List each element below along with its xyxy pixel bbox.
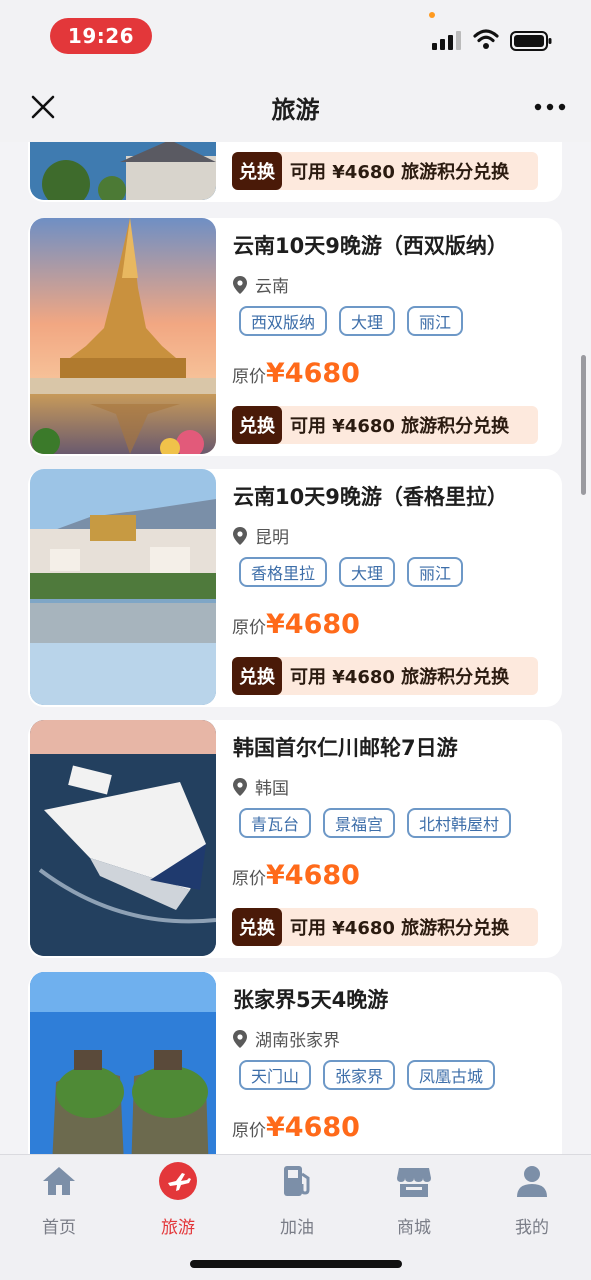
tab-profile[interactable]: 我的 — [487, 1161, 577, 1241]
travel-list[interactable]: 兑换 可用 ¥4680 旅游积分兑换 云南10天9晚游（西双版纳） 云南 西双版… — [0, 142, 591, 1154]
tab-label: 我的 — [515, 1218, 549, 1238]
destination-tag: 景福宫 — [323, 808, 396, 838]
travel-card-price: 原价 ¥4680 — [232, 358, 360, 389]
battery-icon — [510, 31, 552, 51]
travel-card[interactable]: 云南10天9晚游（西双版纳） 云南 西双版纳 大理 丽江 原价 ¥4680 兑换… — [28, 218, 562, 456]
destination-tag: 大理 — [339, 557, 396, 587]
price-value: ¥4680 — [266, 860, 360, 891]
destination-tag: 北村韩屋村 — [407, 808, 512, 838]
price-value: ¥4680 — [266, 609, 360, 640]
location-text: 湖南张家界 — [255, 1031, 340, 1051]
destination-tag: 青瓦台 — [239, 808, 312, 838]
location-text: 昆明 — [255, 528, 289, 548]
home-icon — [39, 1161, 79, 1201]
travel-card-location: 云南 — [233, 272, 289, 297]
recording-indicator-icon — [429, 12, 435, 18]
travel-card-title: 韩国首尔仁川邮轮7日游 — [233, 736, 458, 760]
scrollbar[interactable] — [581, 355, 586, 495]
price-label: 原价 — [232, 618, 266, 638]
travel-card-image — [30, 142, 216, 200]
travel-card-tags: 香格里拉 大理 丽江 — [239, 557, 464, 587]
price-value: ¥4680 — [266, 1112, 360, 1143]
page-title: 旅游 — [271, 96, 320, 124]
home-indicator[interactable] — [190, 1260, 402, 1268]
travel-card-image — [30, 469, 216, 705]
fuel-icon — [277, 1161, 317, 1201]
price-label: 原价 — [232, 869, 266, 889]
travel-card-tags: 西双版纳 大理 丽江 — [239, 306, 464, 336]
destination-tag: 丽江 — [407, 557, 464, 587]
redeem-badge: 兑换 — [232, 152, 282, 190]
redeem-badge: 兑换 — [232, 406, 282, 444]
location-pin-icon — [233, 777, 247, 796]
travel-card-image — [30, 218, 216, 454]
price-label: 原价 — [232, 1121, 266, 1141]
travel-card[interactable]: 张家界5天4晚游 湖南张家界 天门山 张家界 凤凰古城 原价 ¥4680 — [28, 972, 562, 1154]
travel-card-price: 原价 ¥4680 — [232, 1112, 360, 1143]
redeem-text: 可用 ¥4680 旅游积分兑换 — [290, 918, 510, 939]
price-value: ¥4680 — [266, 358, 360, 389]
redeem-points-button[interactable]: 兑换 可用 ¥4680 旅游积分兑换 — [232, 908, 538, 946]
travel-card-image — [30, 720, 216, 956]
location-text: 云南 — [255, 277, 289, 297]
more-options-icon[interactable] — [530, 90, 570, 124]
price-label: 原价 — [232, 367, 266, 387]
redeem-badge: 兑换 — [232, 908, 282, 946]
profile-icon — [512, 1161, 552, 1201]
tab-store[interactable]: 商城 — [369, 1161, 459, 1241]
destination-tag: 西双版纳 — [239, 306, 328, 336]
redeem-text: 可用 ¥4680 旅游积分兑换 — [290, 667, 510, 688]
destination-tag: 天门山 — [239, 1060, 312, 1090]
travel-card-price: 原价 ¥4680 — [232, 860, 360, 891]
tab-travel[interactable]: 旅游 — [133, 1161, 223, 1241]
destination-tag: 丽江 — [407, 306, 464, 336]
destination-tag: 香格里拉 — [239, 557, 328, 587]
redeem-badge: 兑换 — [232, 657, 282, 695]
travel-card-title: 张家界5天4晚游 — [233, 988, 389, 1012]
tab-label: 旅游 — [161, 1218, 195, 1238]
travel-card-location: 昆明 — [233, 523, 289, 548]
destination-tag: 大理 — [339, 306, 396, 336]
redeem-points-button[interactable]: 兑换 可用 ¥4680 旅游积分兑换 — [232, 406, 538, 444]
travel-card-price: 原价 ¥4680 — [232, 609, 360, 640]
travel-card-title: 云南10天9晚游（西双版纳） — [233, 234, 508, 258]
travel-card[interactable]: 云南10天9晚游（香格里拉） 昆明 香格里拉 大理 丽江 原价 ¥4680 兑换… — [28, 469, 562, 707]
travel-card-tags: 天门山 张家界 凤凰古城 — [239, 1060, 496, 1090]
cellular-signal-icon — [432, 31, 461, 50]
tab-home[interactable]: 首页 — [14, 1161, 104, 1241]
wifi-icon — [473, 29, 499, 49]
store-icon — [394, 1161, 434, 1201]
travel-card-tags: 青瓦台 景福宫 北村韩屋村 — [239, 808, 512, 838]
redeem-text: 可用 ¥4680 旅游积分兑换 — [290, 162, 510, 183]
plane-icon — [158, 1161, 198, 1201]
location-pin-icon — [233, 275, 247, 294]
tab-label: 加油 — [280, 1218, 314, 1238]
tab-fuel[interactable]: 加油 — [252, 1161, 342, 1241]
nav-bar: 旅游 — [0, 72, 591, 142]
tab-label: 商城 — [397, 1218, 431, 1238]
location-text: 韩国 — [255, 779, 289, 799]
tab-label: 首页 — [42, 1218, 76, 1238]
travel-card-title: 云南10天9晚游（香格里拉） — [233, 485, 508, 509]
travel-card-location: 湖南张家界 — [233, 1026, 340, 1051]
status-time: 19:26 — [50, 18, 152, 54]
travel-card-partial[interactable]: 兑换 可用 ¥4680 旅游积分兑换 — [28, 142, 562, 202]
status-bar: 19:26 — [0, 0, 591, 72]
redeem-points-button[interactable]: 兑换 可用 ¥4680 旅游积分兑换 — [232, 152, 538, 190]
location-pin-icon — [233, 526, 247, 545]
location-pin-icon — [233, 1029, 247, 1048]
travel-card-image — [30, 972, 216, 1154]
destination-tag: 张家界 — [323, 1060, 396, 1090]
travel-card-location: 韩国 — [233, 774, 289, 799]
travel-card[interactable]: 韩国首尔仁川邮轮7日游 韩国 青瓦台 景福宫 北村韩屋村 原价 ¥4680 兑换… — [28, 720, 562, 958]
redeem-text: 可用 ¥4680 旅游积分兑换 — [290, 416, 510, 437]
destination-tag: 凤凰古城 — [407, 1060, 496, 1090]
redeem-points-button[interactable]: 兑换 可用 ¥4680 旅游积分兑换 — [232, 657, 538, 695]
